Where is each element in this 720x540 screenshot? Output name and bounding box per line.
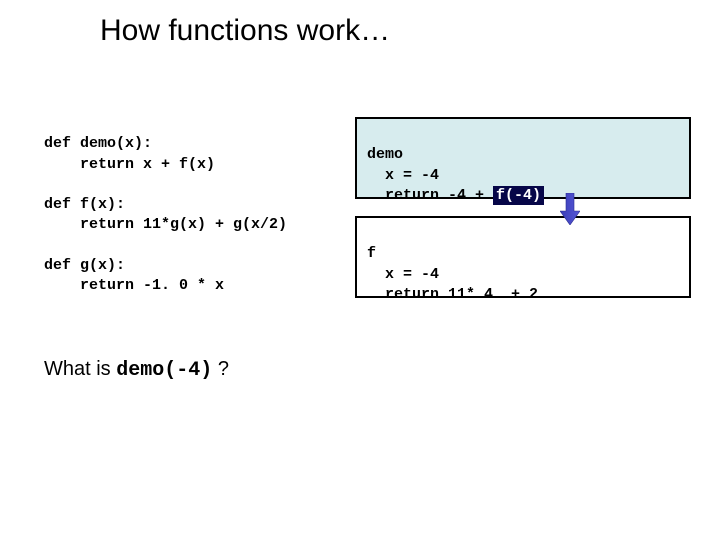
slide-title: How functions work…: [100, 14, 390, 48]
question-text: What is demo(-4) ?: [44, 358, 229, 382]
trace-box-demo: demo x = -4 return -4 + f(-4): [355, 117, 691, 199]
question-prefix: What is: [44, 358, 116, 380]
trace-demo-line2a: return -4 +: [367, 187, 493, 204]
trace-f-line2: return 11* 4 + 2: [367, 286, 538, 303]
trace-demo-name: demo: [367, 146, 403, 163]
code-definitions: def demo(x): return x + f(x) def f(x): r…: [44, 114, 287, 296]
code-f: def f(x): return 11*g(x) + g(x/2): [44, 196, 287, 233]
question-expr: demo(-4): [116, 359, 212, 382]
trace-f-name: f: [367, 245, 376, 262]
trace-box-f: f x = -4 return 11* 4 + 2: [355, 216, 691, 298]
trace-f-line1: x = -4: [367, 266, 439, 283]
code-demo: def demo(x): return x + f(x): [44, 135, 215, 172]
code-g: def g(x): return -1. 0 * x: [44, 257, 224, 294]
trace-demo-highlight: f(-4): [493, 186, 544, 205]
trace-demo-line1: x = -4: [367, 167, 439, 184]
question-suffix: ?: [212, 358, 229, 380]
